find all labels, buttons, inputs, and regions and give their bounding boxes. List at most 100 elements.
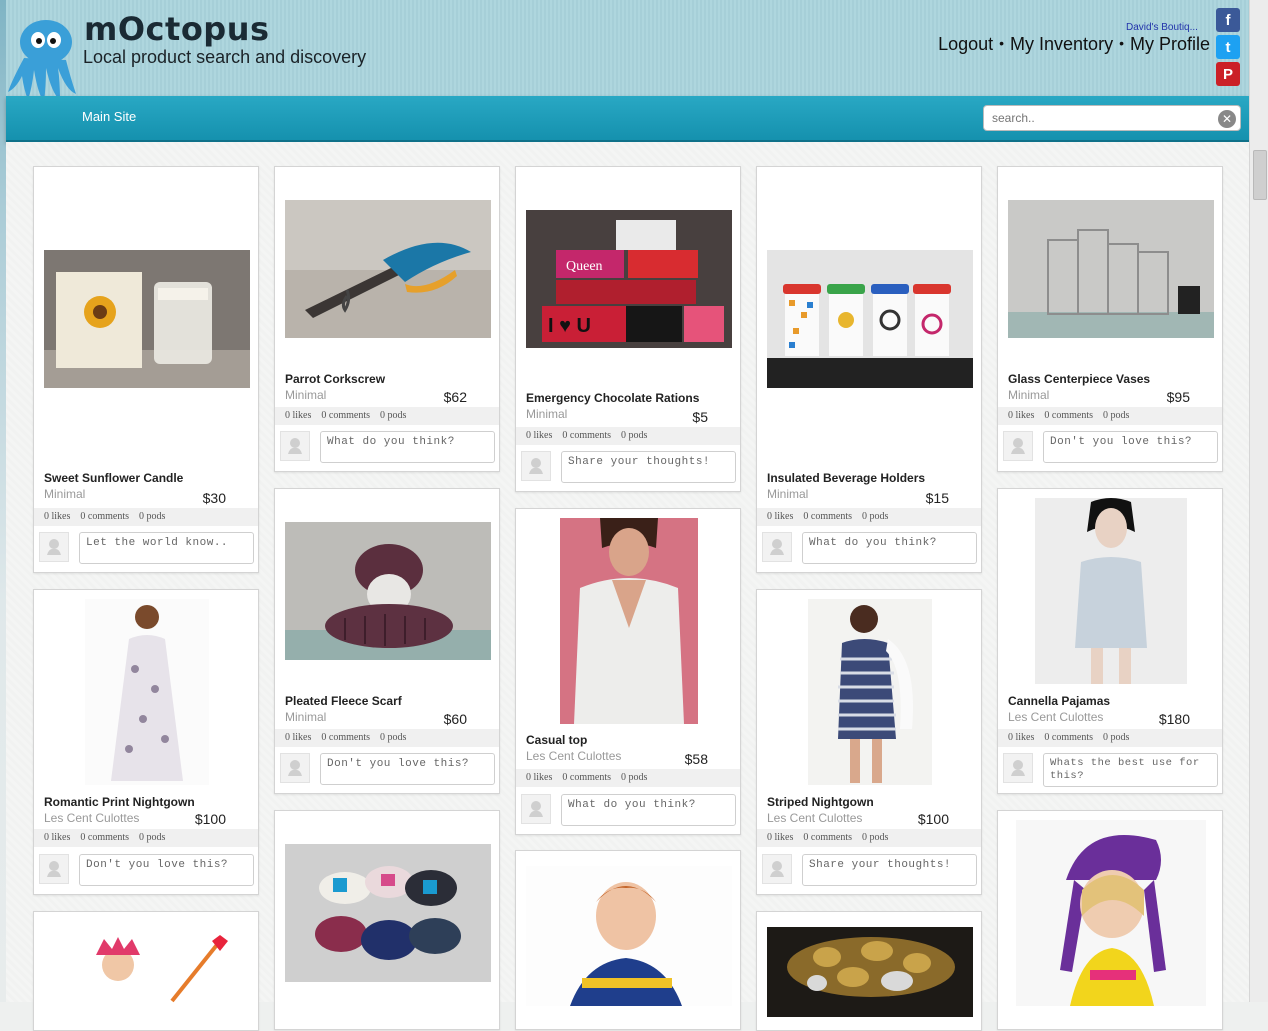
pods-count[interactable]: 0 pods [621, 772, 647, 783]
product-image[interactable] [285, 200, 491, 338]
product-title[interactable]: Striped Nightgown [767, 795, 874, 809]
product-title[interactable]: Romantic Print Nightgown [44, 795, 195, 809]
product-card[interactable]: Glass Centerpiece Vases Minimal $95 0 li… [997, 166, 1223, 472]
product-card[interactable]: Casual top Les Cent Culottes $58 0 likes… [515, 508, 741, 835]
likes-count[interactable]: 0 likes [526, 772, 552, 783]
product-title[interactable]: Cannella Pajamas [1008, 694, 1110, 708]
product-image[interactable] [44, 250, 250, 388]
product-image[interactable] [52, 921, 242, 1011]
comments-count[interactable]: 0 comments [803, 832, 852, 843]
product-title[interactable]: Insulated Beverage Holders [767, 471, 925, 485]
product-card[interactable]: Queen I ♥ U Emergency Chocolate Rations … [515, 166, 741, 492]
comment-input[interactable]: Let the world know.. [79, 532, 254, 564]
pods-count[interactable]: 0 pods [380, 410, 406, 421]
product-card[interactable]: Insulated Beverage Holders Minimal $15 0… [756, 166, 982, 573]
pods-count[interactable]: 0 pods [1103, 410, 1129, 421]
product-card[interactable]: Striped Nightgown Les Cent Culottes $100… [756, 589, 982, 895]
product-card[interactable]: Sweet Sunflower Candle Minimal $30 0 lik… [33, 166, 259, 573]
product-brand[interactable]: Minimal [1008, 388, 1049, 402]
product-image[interactable] [767, 250, 973, 388]
comments-count[interactable]: 0 comments [80, 832, 129, 843]
product-brand[interactable]: Les Cent Culottes [44, 811, 139, 825]
product-brand[interactable]: Minimal [285, 710, 326, 724]
clear-search-icon[interactable]: ✕ [1218, 110, 1236, 128]
product-card[interactable] [515, 850, 741, 1030]
product-card[interactable] [756, 911, 982, 1031]
product-brand[interactable]: Minimal [526, 407, 567, 421]
pods-count[interactable]: 0 pods [621, 430, 647, 441]
likes-count[interactable]: 0 likes [767, 511, 793, 522]
pods-count[interactable]: 0 pods [862, 832, 888, 843]
product-image[interactable] [1035, 498, 1187, 684]
scroll-thumb[interactable] [1253, 150, 1267, 200]
product-brand[interactable]: Les Cent Culottes [1008, 710, 1103, 724]
product-card[interactable]: Cannella Pajamas Les Cent Culottes $180 … [997, 488, 1223, 794]
likes-count[interactable]: 0 likes [285, 410, 311, 421]
product-card[interactable] [33, 911, 259, 1031]
product-image[interactable] [560, 518, 698, 724]
product-brand[interactable]: Les Cent Culottes [526, 749, 621, 763]
octopus-logo-icon[interactable] [6, 10, 86, 106]
comment-input[interactable]: Don't you love this? [320, 753, 495, 785]
product-image[interactable] [1008, 200, 1214, 338]
product-image[interactable] [526, 866, 732, 1006]
twitter-icon[interactable]: t [1216, 35, 1240, 59]
product-title[interactable]: Sweet Sunflower Candle [44, 471, 183, 485]
product-brand[interactable]: Minimal [767, 487, 808, 501]
comments-count[interactable]: 0 comments [562, 772, 611, 783]
comment-input[interactable]: Don't you love this? [1043, 431, 1218, 463]
product-card[interactable]: Parrot Corkscrew Minimal $62 0 likes 0 co… [274, 166, 500, 472]
likes-count[interactable]: 0 likes [1008, 410, 1034, 421]
comment-input[interactable]: Share your thoughts! [802, 854, 977, 886]
facebook-icon[interactable]: f [1216, 8, 1240, 32]
comments-count[interactable]: 0 comments [803, 511, 852, 522]
comments-count[interactable]: 0 comments [562, 430, 611, 441]
product-title[interactable]: Emergency Chocolate Rations [526, 391, 699, 405]
user-name-link[interactable]: David's Boutiq... [1126, 22, 1198, 33]
product-brand[interactable]: Minimal [285, 388, 326, 402]
product-card[interactable] [997, 810, 1223, 1030]
pinterest-icon[interactable]: P [1216, 62, 1240, 86]
my-profile-link[interactable]: My Profile [1130, 34, 1210, 54]
comment-input[interactable]: Don't you love this? [79, 854, 254, 886]
comments-count[interactable]: 0 comments [1044, 410, 1093, 421]
product-image[interactable] [808, 599, 932, 785]
pods-count[interactable]: 0 pods [1103, 732, 1129, 743]
comment-input[interactable]: Whats the best use for this? [1043, 753, 1218, 787]
pods-count[interactable]: 0 pods [139, 511, 165, 522]
product-card[interactable] [274, 810, 500, 1030]
vertical-scrollbar[interactable] [1249, 0, 1268, 1002]
comment-input[interactable]: What do you think? [561, 794, 736, 826]
logout-link[interactable]: Logout [938, 34, 993, 54]
main-site-link[interactable]: Main Site [82, 109, 136, 124]
comments-count[interactable]: 0 comments [80, 511, 129, 522]
product-image[interactable] [285, 844, 491, 982]
brand-name[interactable]: mOctopus [84, 10, 270, 48]
comments-count[interactable]: 0 comments [1044, 732, 1093, 743]
product-image[interactable]: Queen I ♥ U [526, 210, 732, 348]
product-image[interactable] [1016, 820, 1206, 1006]
comment-input[interactable]: What do you think? [320, 431, 495, 463]
product-image[interactable] [85, 599, 209, 785]
pods-count[interactable]: 0 pods [380, 732, 406, 743]
comments-count[interactable]: 0 comments [321, 732, 370, 743]
product-title[interactable]: Pleated Fleece Scarf [285, 694, 402, 708]
product-title[interactable]: Parrot Corkscrew [285, 372, 385, 386]
pods-count[interactable]: 0 pods [139, 832, 165, 843]
likes-count[interactable]: 0 likes [526, 430, 552, 441]
product-title[interactable]: Glass Centerpiece Vases [1008, 372, 1150, 386]
my-inventory-link[interactable]: My Inventory [1010, 34, 1113, 54]
product-image[interactable] [285, 522, 491, 660]
product-brand[interactable]: Les Cent Culottes [767, 811, 862, 825]
comment-input[interactable]: Share your thoughts! [561, 451, 736, 483]
product-image[interactable] [767, 927, 973, 1017]
likes-count[interactable]: 0 likes [44, 832, 70, 843]
comment-input[interactable]: What do you think? [802, 532, 977, 564]
product-title[interactable]: Casual top [526, 733, 587, 747]
likes-count[interactable]: 0 likes [767, 832, 793, 843]
likes-count[interactable]: 0 likes [44, 511, 70, 522]
product-brand[interactable]: Minimal [44, 487, 85, 501]
comments-count[interactable]: 0 comments [321, 410, 370, 421]
search-input[interactable] [990, 110, 1214, 126]
product-card[interactable]: Romantic Print Nightgown Les Cent Culott… [33, 589, 259, 895]
